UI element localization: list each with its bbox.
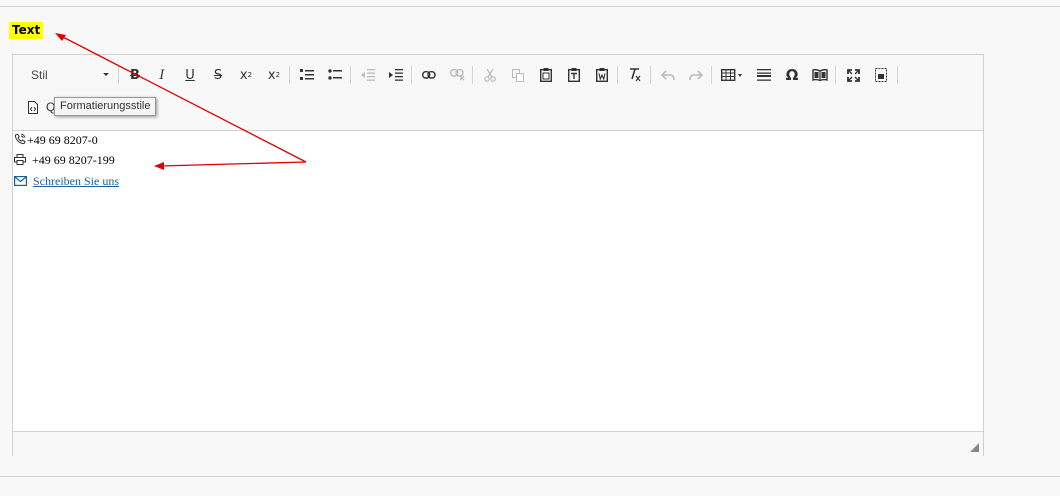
- toolbar-separator: [897, 66, 898, 84]
- phone-line: +49 69 8207-0: [14, 132, 98, 148]
- paste-from-word-icon[interactable]: [591, 65, 613, 85]
- toolbar-separator: [118, 66, 119, 84]
- style-dropdown[interactable]: Stil: [23, 65, 111, 85]
- editor-content-area[interactable]: +49 69 8207-0 +49 69 8207-199 Schreiben …: [13, 131, 983, 431]
- toolbar-separator: [289, 66, 290, 84]
- unlink-icon[interactable]: [446, 65, 468, 85]
- editor-toolbar: Stil B I U S x2 x2 Ω Q Formatierungsstil…: [13, 55, 983, 131]
- italic-icon[interactable]: I: [151, 65, 173, 85]
- editor-status-bar: [13, 431, 983, 456]
- show-blocks-icon[interactable]: [870, 65, 892, 85]
- horizontal-rule-icon[interactable]: [753, 65, 775, 85]
- printer-icon: [14, 153, 26, 169]
- redo-icon[interactable]: [685, 65, 707, 85]
- phone-number: +49 69 8207-0: [27, 133, 98, 147]
- formatting-styles-tooltip: Formatierungsstile: [54, 97, 157, 116]
- fax-number: +49 69 8207-199: [32, 153, 115, 167]
- outdent-icon[interactable]: [357, 65, 379, 85]
- field-label-highlight: Text: [9, 22, 44, 39]
- bold-icon[interactable]: B: [124, 65, 146, 85]
- maximize-icon[interactable]: [842, 65, 864, 85]
- table-icon[interactable]: [718, 65, 746, 85]
- strikethrough-icon[interactable]: S: [207, 65, 229, 85]
- email-link[interactable]: Schreiben Sie uns: [33, 174, 119, 188]
- underline-icon[interactable]: U: [179, 65, 201, 85]
- style-dropdown-label: Stil: [31, 68, 48, 82]
- remove-format-icon[interactable]: [624, 65, 646, 85]
- fax-line: +49 69 8207-199: [14, 152, 115, 168]
- superscript-icon[interactable]: x2: [263, 65, 285, 85]
- special-character-icon[interactable]: Ω: [781, 65, 803, 85]
- toolbar-separator: [350, 66, 351, 84]
- toolbar-separator: [617, 66, 618, 84]
- paste-icon[interactable]: [535, 65, 557, 85]
- toolbar-separator: [472, 66, 473, 84]
- undo-icon[interactable]: [657, 65, 679, 85]
- cut-icon[interactable]: [479, 65, 501, 85]
- numbered-list-icon[interactable]: [296, 65, 318, 85]
- toolbar-separator: [411, 66, 412, 84]
- envelope-icon: [14, 174, 28, 190]
- paste-as-text-icon[interactable]: [563, 65, 585, 85]
- subscript-icon[interactable]: x2: [235, 65, 257, 85]
- source-icon[interactable]: [25, 97, 41, 117]
- toolbar-separator: [711, 66, 712, 84]
- indent-icon[interactable]: [385, 65, 407, 85]
- top-divider: [0, 6, 1060, 7]
- resize-handle-icon[interactable]: [970, 443, 979, 452]
- toolbar-separator: [835, 66, 836, 84]
- copy-icon[interactable]: [507, 65, 529, 85]
- arrowhead-label-icon: [55, 33, 66, 41]
- email-line: Schreiben Sie uns: [14, 173, 119, 189]
- phone-icon: [14, 133, 27, 149]
- spellcheck-book-icon[interactable]: [809, 65, 831, 85]
- link-icon[interactable]: [418, 65, 440, 85]
- toolbar-separator: [650, 66, 651, 84]
- rich-text-editor[interactable]: Stil B I U S x2 x2 Ω Q Formatierungsstil…: [12, 54, 984, 456]
- bulleted-list-icon[interactable]: [324, 65, 346, 85]
- chevron-down-icon: [103, 73, 109, 76]
- bottom-divider: [0, 476, 1060, 477]
